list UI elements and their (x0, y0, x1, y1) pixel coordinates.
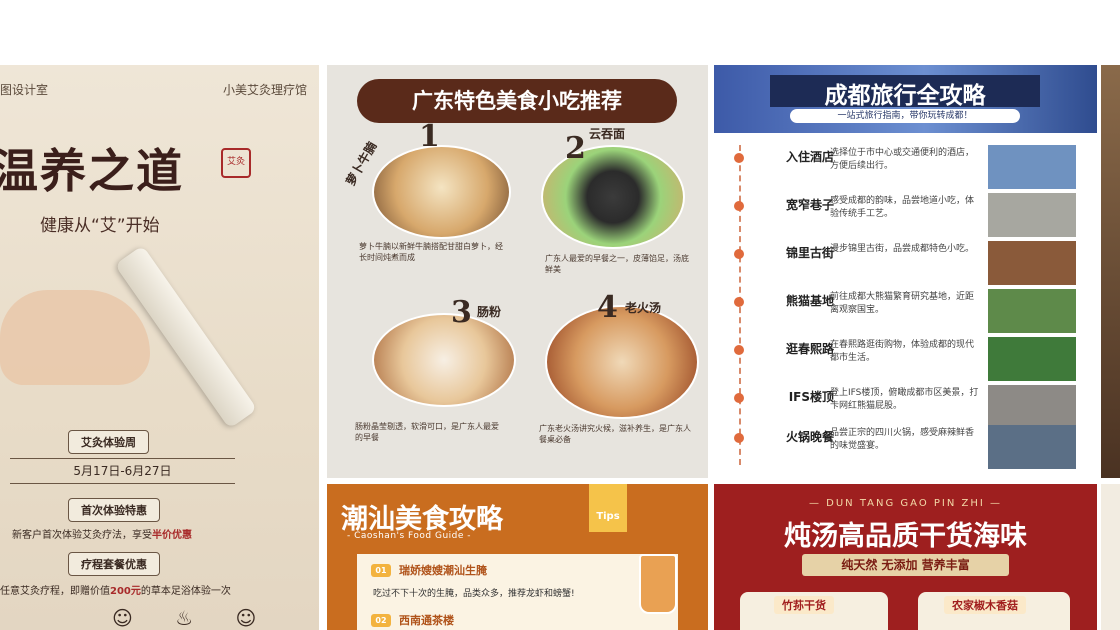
stop-photo (988, 145, 1076, 189)
location-pin-icon (734, 345, 744, 355)
offer-highlight: 半价优惠 (152, 530, 192, 541)
dish-image (372, 313, 516, 407)
dish-image (372, 145, 511, 239)
card-title: 炖汤高品质干货海味 (784, 521, 1027, 552)
itinerary-row: 熊猫基地 前往成都大熊猫繁育研究基地，近距离观察国宝。 (714, 289, 1097, 337)
package-text-suffix: 的草本足浴体验一次 (140, 586, 231, 597)
itinerary-row: 入住酒店 选择位于市中心或交通便利的酒店，方便后续出行。 (714, 145, 1097, 193)
drink-cup-icon (639, 554, 677, 614)
stop-name: 逛春熙路 (785, 342, 834, 356)
dish-image (545, 305, 699, 419)
guangdong-food-card[interactable]: 广东特色美食小吃推荐 1 萝卜牛腩 萝卜牛腩以新鲜牛腩搭配甘甜白萝卜，经长时间炖… (327, 65, 708, 478)
itinerary-row: 逛春熙路 在春熙路逛街购物，体验成都的现代都市生活。 (714, 337, 1097, 385)
item-number: 3 (451, 295, 472, 330)
partial-card-right-bottom[interactable] (1101, 484, 1120, 630)
item-label: 老火汤 (625, 301, 662, 315)
card-subtitle: - Caoshan's Food Guide - (347, 531, 472, 541)
stop-desc: 选择位于市中心或交通便利的酒店，方便后续出行。 (830, 148, 975, 171)
stop-desc: 漫步锦里古街，品尝成都特色小吃。 (830, 244, 975, 254)
stop-photo (988, 241, 1076, 285)
bottom-icons: ☺ ♨ ☺ (112, 606, 275, 630)
stop-photo (988, 289, 1076, 333)
item-number: 2 (565, 131, 586, 166)
package-pill: 疗程套餐优惠 (68, 552, 160, 576)
offer-text-prefix: 新客户首次体验艾灸疗法，享受 (12, 530, 152, 541)
location-pin-icon (734, 249, 744, 259)
poster-subtitle: 健康从“艾”开始 (40, 216, 160, 236)
stop-desc: 前往成都大熊猫繁育研究基地，近距离观察国宝。 (830, 292, 975, 315)
clinic-name: 小美艾灸理疗馆 (222, 83, 307, 97)
item-text: 萝卜牛腩以新鲜牛腩搭配甘甜白萝卜，经长时间炖煮而成 (359, 242, 503, 262)
hand-illustration (0, 290, 150, 385)
stop-name: 入住酒店 (785, 150, 834, 164)
poster-title: 温养之道 (0, 144, 184, 198)
item-number: 4 (597, 290, 618, 325)
product-label: 竹荪干货 (774, 596, 834, 614)
item-number: 1 (419, 119, 440, 154)
event-date: 5月17日-6月27日 (10, 458, 235, 484)
studio-label: 图设计室 (0, 83, 49, 97)
chengdu-travel-card[interactable]: 成都旅行全攻略 一站式旅行指南，带你玩转成都！ 入住酒店 选择位于市中心或交通便… (714, 65, 1097, 478)
item-badge: 02 (371, 614, 391, 627)
stop-desc: 登上IFS楼顶，俯瞰成都市区美景，打卡网红熊猫屁股。 (830, 388, 979, 411)
stop-desc: 品尝正宗的四川火锅，感受麻辣鲜香的味觉盛宴。 (830, 428, 975, 451)
item-desc: 吃过不下十次的生腌，品类众多，推荐龙虾和螃蟹! (373, 589, 575, 599)
stop-name: IFS楼顶 (788, 390, 834, 404)
stop-desc: 感受成都的韵味，品尝地道小吃，体验传统手工艺。 (830, 196, 975, 219)
package-text-prefix: 任意艾灸疗程，即赠价值 (0, 586, 110, 597)
product-label: 农家椒木香菇 (944, 596, 1026, 614)
slogan-text: 纯天然 无添加 营养丰富 (841, 558, 970, 572)
offer-text: 新客户首次体验艾灸疗法，享受半价优惠 (12, 526, 192, 541)
itinerary-row: 锦里古街 漫步锦里古街，品尝成都特色小吃。 (714, 241, 1097, 289)
soup-goods-card[interactable]: — DUN TANG GAO PIN ZHI — 炖汤高品质干货海味 纯天然 无… (714, 484, 1097, 630)
seal-stamp: 艾灸 (221, 148, 251, 178)
item-label: 云吞面 (589, 127, 626, 141)
stop-name: 熊猫基地 (785, 294, 834, 308)
moxibustion-poster-card[interactable]: 图设计室 小美艾灸理疗馆 温养之道 艾灸 健康从“艾”开始 艾灸体验周 5月17… (0, 65, 319, 630)
offer-pill: 首次体验特惠 (68, 498, 160, 522)
package-highlight: 200元 (110, 586, 141, 597)
location-pin-icon (734, 201, 744, 211)
pinyin-header: — DUN TANG GAO PIN ZHI — (808, 498, 1003, 509)
stop-photo (988, 193, 1076, 237)
tips-tag: Tips (589, 484, 627, 532)
location-pin-icon (734, 153, 744, 163)
top-bar (0, 0, 1120, 64)
card-subtitle: 一站式旅行指南，带你玩转成都！ (790, 109, 1020, 123)
item-text: 广东人最爱的早餐之一，皮薄馅足，汤底鲜美 (545, 254, 689, 274)
item-text: 广东老火汤讲究火候，滋补养生，是广东人餐桌必备 (539, 424, 691, 444)
card-title: 广东特色美食小吃推荐 (412, 89, 622, 113)
location-pin-icon (734, 433, 744, 443)
stop-name: 宽窄巷子 (785, 198, 834, 212)
item-text: 肠粉晶莹剔透，软滑可口，是广东人最爱的早餐 (355, 422, 499, 442)
card-title: 成都旅行全攻略 (824, 83, 986, 109)
stop-name: 锦里古街 (785, 246, 834, 260)
stop-desc: 在春熙路逛街购物，体验成都的现代都市生活。 (830, 340, 975, 363)
stop-photo (988, 337, 1076, 381)
stop-photo (988, 425, 1076, 469)
location-pin-icon (734, 393, 744, 403)
itinerary-row: 宽窄巷子 感受成都的韵味，品尝地道小吃，体验传统手工艺。 (714, 193, 1097, 241)
partial-card-right[interactable] (1101, 65, 1120, 478)
package-text: 任意艾灸疗程，即赠价值200元的草本足浴体验一次 (0, 582, 231, 597)
item-name: 西南通茶楼 (399, 614, 454, 627)
chaoshan-food-card[interactable]: 潮汕美食攻略 - Caoshan's Food Guide - Tips 01 … (327, 484, 708, 630)
location-pin-icon (734, 297, 744, 307)
dish-image (541, 145, 685, 249)
itinerary-row: 火锅晚餐 品尝正宗的四川火锅，感受麻辣鲜香的味觉盛宴。 (714, 425, 1097, 473)
item-name: 瑞娇嫂嫂潮汕生腌 (399, 564, 487, 577)
stop-photo (988, 385, 1076, 429)
item-badge: 01 (371, 564, 391, 577)
stop-name: 火锅晚餐 (785, 430, 834, 444)
event-pill: 艾灸体验周 (68, 430, 149, 454)
content-panel: 01 瑞娇嫂嫂潮汕生腌 吃过不下十次的生腌，品类众多，推荐龙虾和螃蟹! 02 西… (357, 554, 678, 630)
item-label: 肠粉 (477, 305, 502, 319)
